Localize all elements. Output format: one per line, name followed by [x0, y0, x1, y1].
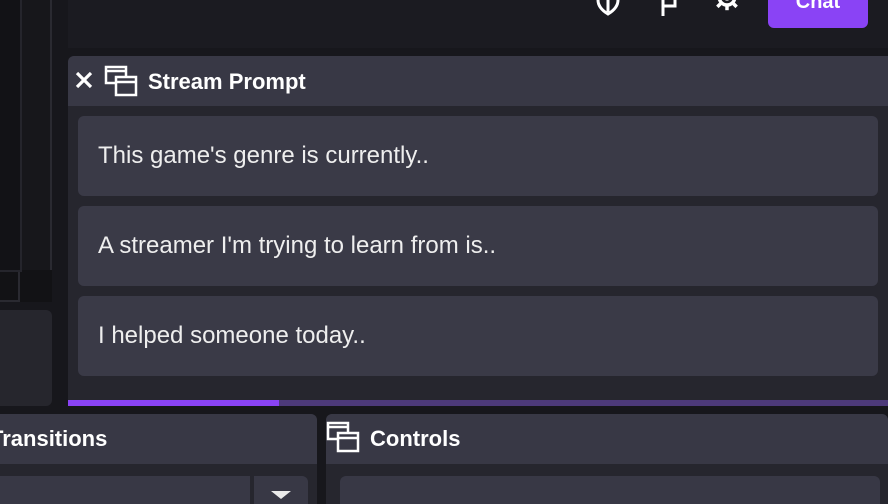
prompt-list: This game's genre is currently.. A strea…	[78, 116, 878, 386]
start-streaming-button[interactable]	[340, 476, 880, 504]
top-bar	[68, 0, 888, 48]
gear-icon[interactable]	[714, 0, 740, 16]
transition-select[interactable]	[0, 476, 250, 504]
transition-dropdown-button[interactable]	[254, 476, 308, 504]
app-root: Chat Stream Prompt This game's genre is …	[0, 0, 888, 504]
prompt-timer-fill	[68, 400, 279, 406]
dock-title: Controls	[370, 426, 461, 451]
transitions-dock: Transitions	[0, 414, 317, 504]
left-panel-edge	[0, 310, 52, 406]
chevron-down-icon	[271, 488, 291, 504]
controls-dock: Controls	[326, 414, 888, 504]
panel-title: Stream Prompt	[148, 69, 306, 94]
shield-icon[interactable]	[595, 0, 621, 16]
prompt-item[interactable]: This game's genre is currently..	[78, 116, 878, 196]
chat-button[interactable]: Chat	[768, 0, 868, 28]
prompt-timer-bar	[68, 400, 888, 406]
prompt-item[interactable]: A streamer I'm trying to learn from is..	[78, 206, 878, 286]
prompt-item[interactable]: I helped someone today..	[78, 296, 878, 376]
popout-icon[interactable]	[104, 65, 138, 97]
dock-header: Controls	[326, 414, 888, 464]
flag-icon[interactable]	[656, 0, 682, 16]
popout-icon[interactable]	[326, 421, 360, 458]
dock-header: Transitions	[0, 414, 317, 464]
stream-prompt-panel: Stream Prompt This game's genre is curre…	[68, 56, 888, 406]
close-icon[interactable]	[74, 68, 94, 92]
dock-title: Transitions	[0, 426, 108, 451]
panel-header: Stream Prompt	[68, 56, 888, 106]
scene-preview-edge	[0, 0, 52, 302]
